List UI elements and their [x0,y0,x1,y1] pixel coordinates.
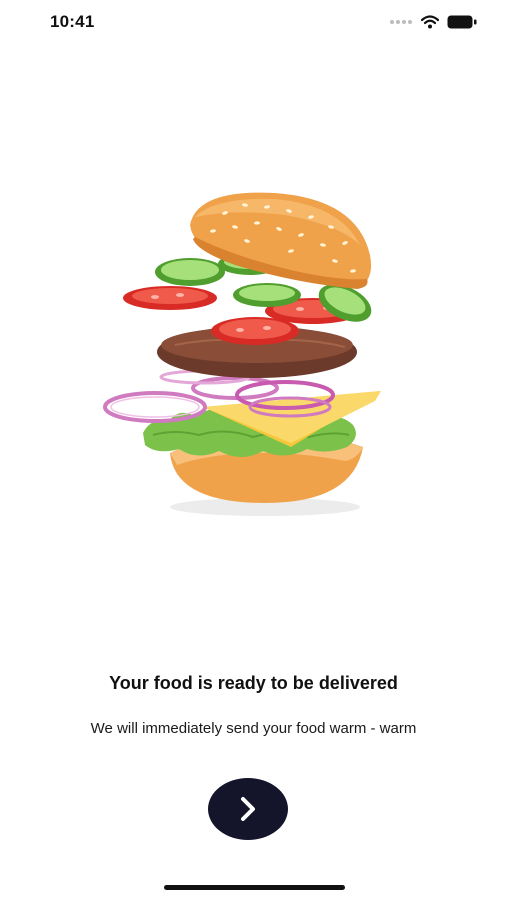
home-indicator[interactable] [164,885,345,890]
status-bar: 10:41 [0,0,507,44]
page-subtitle: We will immediately send your food warm … [90,720,417,737]
status-time: 10:41 [50,12,95,31]
page-title: Your food is ready to be delivered [109,673,398,693]
exploded-burger-icon [103,192,381,516]
chevron-right-icon [241,797,255,821]
next-button[interactable] [208,778,288,840]
status-icons [389,14,477,30]
wifi-icon [421,15,439,29]
battery-icon [447,15,477,29]
signal-dots-icon [390,20,412,24]
